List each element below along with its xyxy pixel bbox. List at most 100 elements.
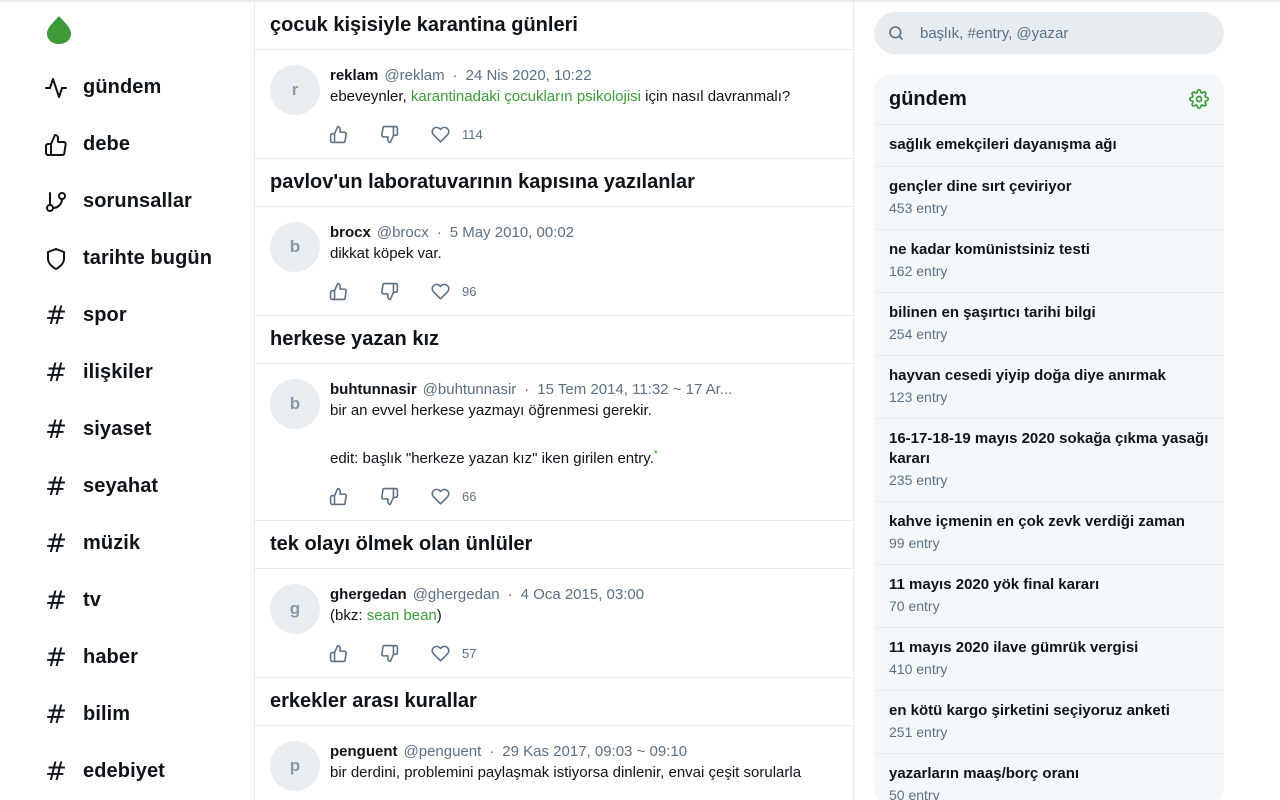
nav-item-edebiyet[interactable]: # edebiyet (44, 743, 212, 800)
trending-item[interactable]: yazarların maaş/borç oranı 50 entry (874, 754, 1224, 800)
author-name[interactable]: buhtunnasir (330, 381, 417, 398)
avatar[interactable]: b (270, 379, 320, 429)
nav-item-bilim[interactable]: # bilim (44, 686, 212, 743)
author-name[interactable]: penguent (330, 743, 398, 760)
separator-dot: · (524, 380, 530, 398)
trending-item[interactable]: bilinen en şaşırtıcı tarihi bilgi 254 en… (874, 293, 1224, 356)
trending-item-title: yazarların maaş/borç oranı (889, 765, 1080, 782)
topic-card: pavlov'un laboratuvarının kapısına yazıl… (255, 159, 853, 316)
author-handle[interactable]: @brocx (377, 224, 429, 241)
topic-title[interactable]: herkese yazan kız (255, 316, 853, 364)
entry-actions: 96 (329, 279, 838, 303)
heart-icon (431, 283, 450, 300)
favorite-button[interactable]: 114 (431, 125, 483, 144)
nav-item-seyahat[interactable]: # seyahat (44, 458, 212, 515)
entry: b buhtunnasir @buhtunnasir · 15 Tem 2014… (255, 364, 853, 520)
entry: g ghergedan @ghergedan · 4 Oca 2015, 03:… (255, 569, 853, 677)
gear-icon[interactable] (1189, 89, 1209, 109)
upvote-button[interactable] (329, 644, 348, 663)
nav-item-muzik[interactable]: # müzik (44, 515, 212, 572)
separator-dot: · (507, 585, 513, 603)
trending-item[interactable]: gençler dine sırt çeviriyor 453 entry (874, 167, 1224, 230)
trending-item-count: 99 entry (889, 535, 940, 551)
topic-title[interactable]: pavlov'un laboratuvarının kapısına yazıl… (255, 159, 853, 207)
trending-item[interactable]: en kötü kargo şirketini seçiyoruz anketi… (874, 691, 1224, 754)
avatar[interactable]: p (270, 741, 320, 791)
search-input[interactable] (920, 24, 1200, 42)
downvote-button[interactable] (380, 125, 399, 144)
trending-item[interactable]: 11 mayıs 2020 ilave gümrük vergisi 410 e… (874, 628, 1224, 691)
separator-dot: · (436, 223, 442, 241)
bkz-link[interactable]: karantinadaki çocukların psikolojisi (411, 88, 641, 105)
search-bar[interactable] (874, 12, 1224, 54)
avatar[interactable]: g (270, 584, 320, 634)
author-handle[interactable]: @reklam (384, 67, 444, 84)
entry-meta: reklam @reklam · 24 Nis 2020, 10:22 (330, 65, 838, 85)
entry-date[interactable]: 5 May 2010, 00:02 (450, 224, 574, 241)
trending-item[interactable]: ne kadar komünistsiniz testi 162 entry (874, 230, 1224, 293)
nav-label: ilişkiler (83, 361, 153, 383)
topic-title[interactable]: çocuk kişisiyle karantina günleri (255, 2, 853, 50)
entry-text-line: edit: başlık "herkeze yazan kız" iken gi… (330, 444, 838, 470)
nav-item-siyaset[interactable]: # siyaset (44, 401, 212, 458)
trending-item-title: 11 mayıs 2020 yök final kararı (889, 576, 1100, 593)
upvote-button[interactable] (329, 282, 348, 301)
nav-item-spor[interactable]: # spor (44, 287, 212, 344)
bkz-link[interactable]: sean bean (367, 607, 437, 624)
leaf-logo-icon[interactable] (46, 16, 72, 44)
entry-date[interactable]: 4 Oca 2015, 03:00 (521, 586, 644, 603)
entry-body: brocx @brocx · 5 May 2010, 00:02 dikkat … (329, 222, 838, 303)
upvote-button[interactable] (329, 487, 348, 506)
author-handle[interactable]: @penguent (404, 743, 482, 760)
entry-actions: 57 (329, 641, 838, 665)
trending-item-title: kahve içmenin en çok zevk verdiği zaman (889, 513, 1185, 530)
hash-icon: # (45, 585, 67, 616)
author-handle[interactable]: @buhtunnasir (423, 381, 517, 398)
upvote-button[interactable] (329, 125, 348, 144)
entry-body: reklam @reklam · 24 Nis 2020, 10:22 ebev… (329, 65, 838, 146)
entry-date[interactable]: 24 Nis 2020, 10:22 (466, 67, 592, 84)
thumbs-up-icon (329, 644, 347, 662)
author-name[interactable]: brocx (330, 224, 371, 241)
heart-icon (431, 488, 450, 505)
trending-item[interactable]: kahve içmenin en çok zevk verdiği zaman … (874, 502, 1224, 565)
favorite-button[interactable]: 96 (431, 282, 476, 301)
nav-item-tv[interactable]: # tv (44, 572, 212, 629)
downvote-button[interactable] (380, 644, 399, 663)
entry-meta: ghergedan @ghergedan · 4 Oca 2015, 03:00 (330, 584, 838, 604)
topic-title[interactable]: tek olayı ölmek olan ünlüler (255, 521, 853, 569)
entry-text-part: ) (436, 607, 442, 624)
nav-item-gundem[interactable]: gündem (44, 59, 212, 116)
trending-item-title: ne kadar komünistsiniz testi (889, 241, 1090, 258)
downvote-button[interactable] (380, 282, 399, 301)
trending-item-title: 16-17-18-19 mayıs 2020 sokağa çıkma yasa… (889, 430, 1209, 467)
trending-item-count: 254 entry (889, 326, 948, 342)
entry-date[interactable]: 29 Kas 2017, 09:03 ~ 09:10 (502, 743, 687, 760)
author-handle[interactable]: @ghergedan (413, 586, 500, 603)
topic-title[interactable]: erkekler arası kurallar (255, 678, 853, 726)
hash-icon: # (45, 414, 67, 445)
avatar[interactable]: r (270, 65, 320, 115)
nav-item-sorunsallar[interactable]: sorunsallar (44, 173, 212, 230)
author-name[interactable]: reklam (330, 67, 378, 84)
favorite-button[interactable]: 66 (431, 487, 476, 506)
trending-item-title: 11 mayıs 2020 ilave gümrük vergisi (889, 639, 1139, 656)
nav-item-iliskiler[interactable]: # ilişkiler (44, 344, 212, 401)
hash-icon: # (45, 357, 67, 388)
entry-text-part: (bkz: (330, 607, 367, 624)
trending-item[interactable]: hayvan cesedi yiyip doğa diye anırmak 12… (874, 356, 1224, 419)
nav-item-debe[interactable]: debe (44, 116, 212, 173)
downvote-button[interactable] (380, 487, 399, 506)
avatar[interactable]: b (270, 222, 320, 272)
entry-body: buhtunnasir @buhtunnasir · 15 Tem 2014, … (329, 379, 838, 508)
nav-item-haber[interactable]: # haber (44, 629, 212, 686)
trending-item[interactable]: 11 mayıs 2020 yök final kararı 70 entry (874, 565, 1224, 628)
favorite-button[interactable]: 57 (431, 644, 476, 663)
author-name[interactable]: ghergedan (330, 586, 407, 603)
footnote-marker[interactable]: * (654, 449, 658, 460)
hash-icon: # (45, 642, 67, 673)
nav-item-tarihte-bugun[interactable]: tarihte bugün (44, 230, 212, 287)
entry-date[interactable]: 15 Tem 2014, 11:32 ~ 17 Ar... (537, 381, 732, 398)
trending-item[interactable]: sağlık emekçileri dayanışma ağı (874, 125, 1224, 167)
trending-item[interactable]: 16-17-18-19 mayıs 2020 sokağa çıkma yasa… (874, 419, 1224, 502)
